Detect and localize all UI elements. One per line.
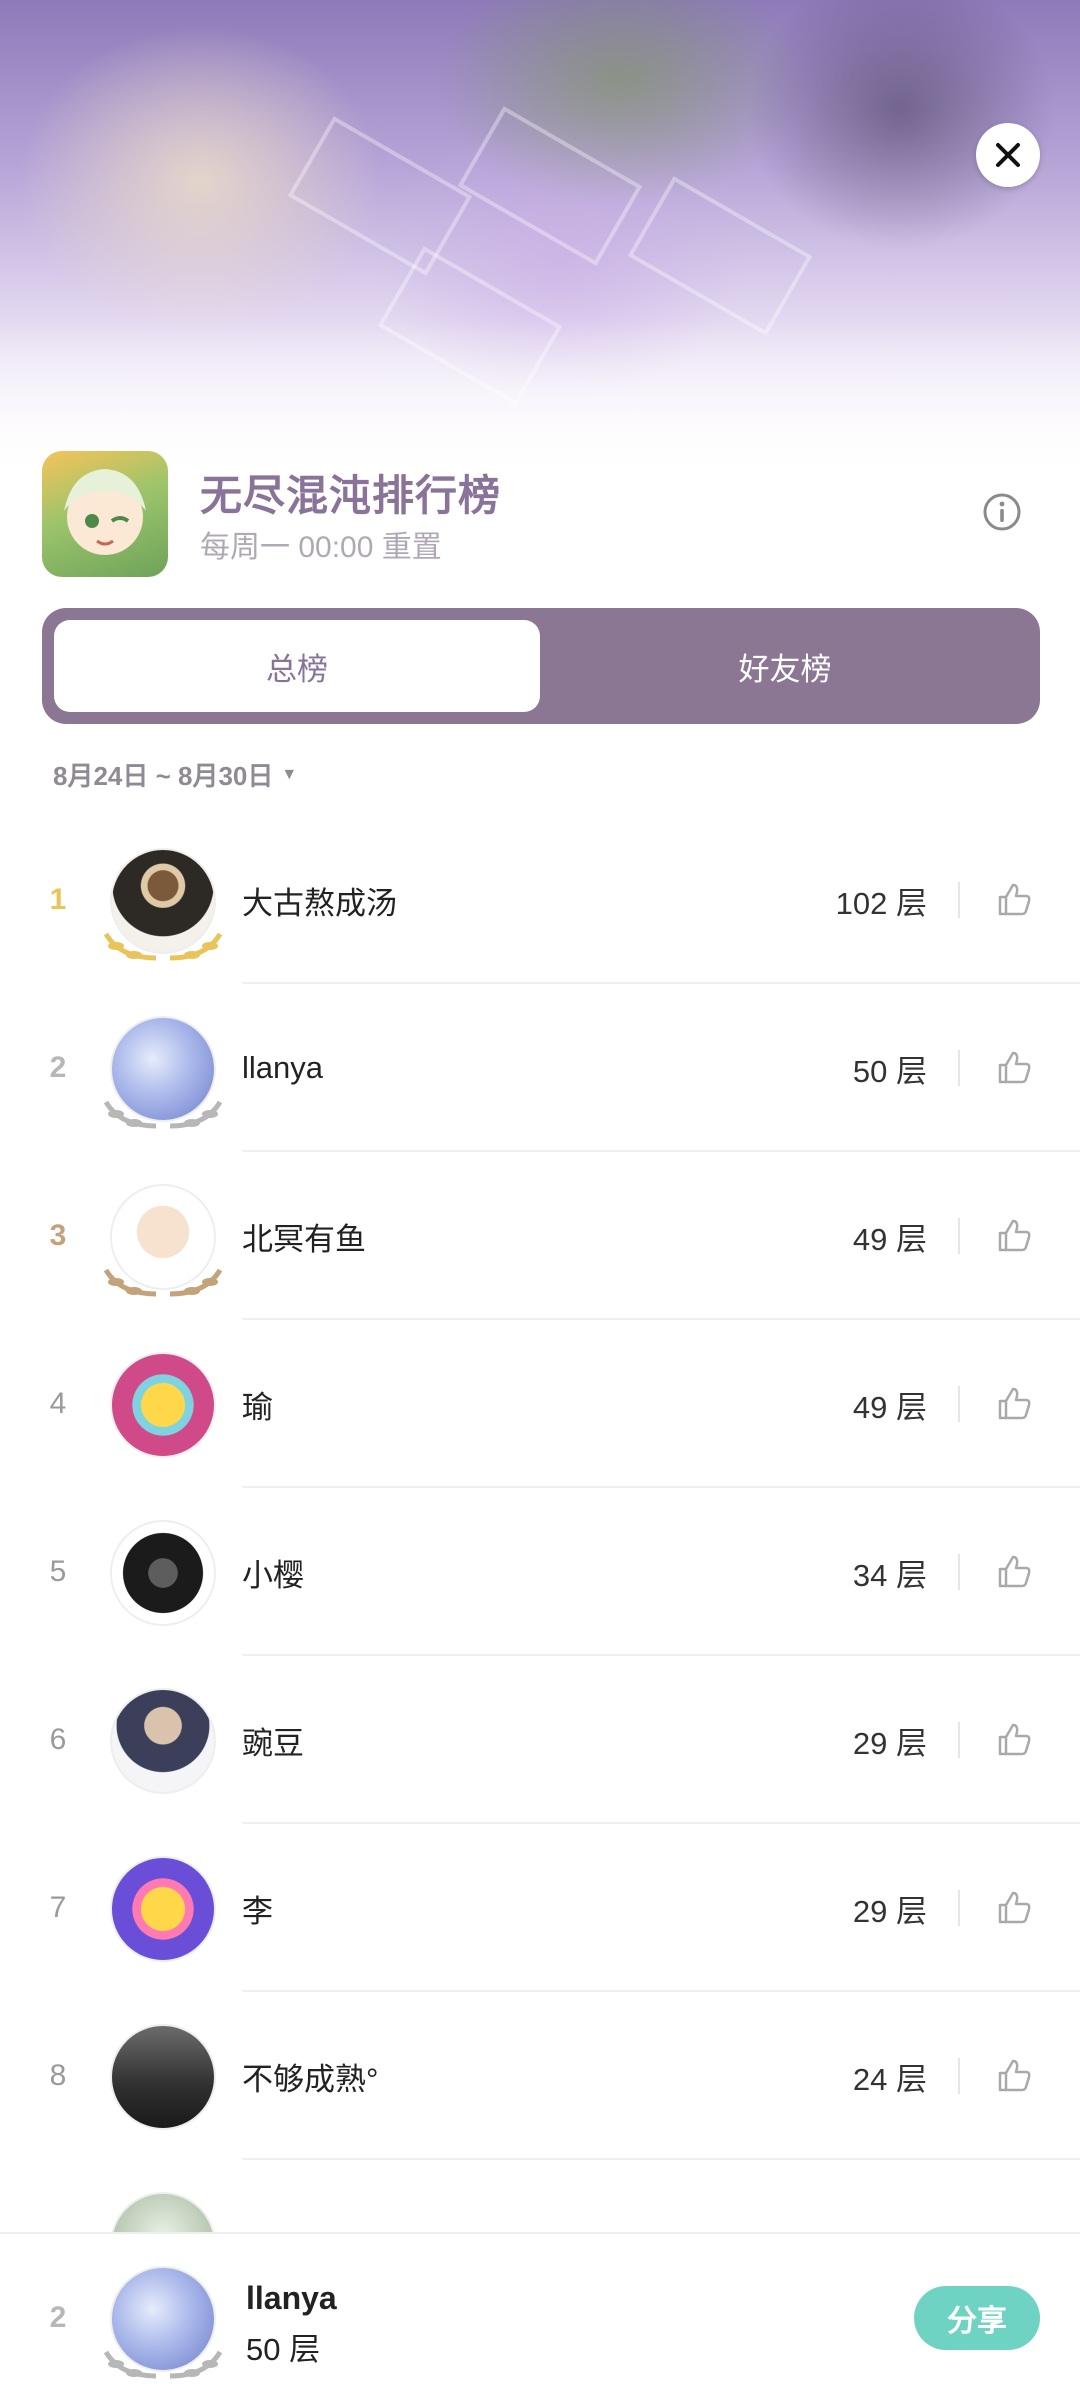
player-name: 瑜	[242, 1389, 273, 1425]
rank-number: 5	[49, 1555, 67, 1588]
divider	[958, 1890, 960, 1926]
player-name: 大古熬成汤	[242, 885, 397, 921]
player-name: 李	[242, 1893, 273, 1929]
info-button[interactable]	[982, 492, 1022, 532]
thumbs-up-icon[interactable]	[994, 1048, 1034, 1088]
leaderboard-tabs: 总榜 好友榜	[42, 608, 1040, 724]
list-item[interactable]: 5 小樱 34 层	[0, 1488, 1080, 1656]
bronze-laurel-icon	[103, 1268, 223, 1297]
list-item[interactable]: 8 不够成熟° 24 层	[0, 1992, 1080, 2160]
thumbs-up-icon[interactable]	[994, 1384, 1034, 1424]
player-name: 不够成熟°	[242, 2061, 379, 2097]
avatar[interactable]	[110, 1688, 216, 1794]
divider	[958, 1218, 960, 1254]
my-name: llanya	[246, 2280, 337, 2316]
my-rank-bar: 2 llanya 50 层 分享	[0, 2232, 1080, 2400]
close-button[interactable]	[976, 123, 1040, 187]
avatar[interactable]	[110, 1352, 216, 1458]
game-icon	[42, 451, 168, 577]
divider	[958, 1050, 960, 1086]
player-name: 北冥有鱼	[242, 1221, 366, 1257]
reset-schedule-text: 每周一 00:00 重置	[200, 531, 442, 564]
rank-number: 3	[49, 1219, 67, 1252]
list-item[interactable]: 2 llanya 50 层	[0, 984, 1080, 1152]
my-score: 50 层	[246, 2332, 321, 2367]
player-score: 49 层	[852, 1389, 927, 1425]
divider	[958, 882, 960, 918]
list-item[interactable]: 6 豌豆 29 层	[0, 1656, 1080, 1824]
player-score: 29 层	[852, 1725, 927, 1761]
player-name: 豌豆	[242, 1725, 304, 1761]
rank-number: 4	[49, 1387, 67, 1420]
game-character-icon	[64, 469, 146, 555]
thumbs-up-icon[interactable]	[994, 1888, 1034, 1928]
rank-number: 7	[49, 1891, 67, 1924]
rank-number: 8	[49, 2059, 67, 2092]
thumbs-up-icon[interactable]	[994, 1552, 1034, 1592]
player-score: 29 层	[852, 1893, 927, 1929]
share-button[interactable]: 分享	[914, 2286, 1040, 2350]
gold-laurel-icon	[103, 932, 223, 961]
avatar[interactable]	[110, 1856, 216, 1962]
thumbs-up-icon[interactable]	[994, 880, 1034, 920]
thumbs-up-icon[interactable]	[994, 1720, 1034, 1760]
silver-laurel-icon	[103, 1100, 223, 1129]
divider	[958, 1722, 960, 1758]
banner-hex-decoration	[457, 106, 643, 266]
close-icon	[996, 143, 1020, 167]
player-name: 小樱	[242, 1557, 304, 1593]
rank-number: 6	[49, 1723, 67, 1756]
player-score: 24 层	[852, 2061, 927, 2097]
list-item[interactable]: 4 瑜 49 层	[0, 1320, 1080, 1488]
player-score: 49 层	[852, 1221, 927, 1257]
banner-hex-decoration	[627, 176, 813, 336]
my-rank-number: 2	[49, 2301, 67, 2334]
thumbs-up-icon[interactable]	[994, 2056, 1034, 2096]
divider	[958, 2058, 960, 2094]
list-item[interactable]: 1 大古熬成汤 102 层	[0, 816, 1080, 984]
banner-hex-decoration	[287, 116, 473, 276]
caret-down-icon: ▼	[281, 765, 298, 783]
player-score: 50 层	[852, 1053, 927, 1089]
list-item[interactable]: 3 北冥有鱼 49 层	[0, 1152, 1080, 1320]
info-icon	[983, 493, 1021, 531]
divider	[958, 1554, 960, 1590]
thumbs-up-icon[interactable]	[994, 1216, 1034, 1256]
page-title: 无尽混沌排行榜	[200, 472, 502, 519]
player-name: llanya	[242, 1050, 323, 1085]
leaderboard-list: 1 大古熬成汤 102 层 2 llanya 50 层 3 北冥有鱼 49 层 …	[0, 816, 1080, 2328]
player-score: 102 层	[835, 885, 927, 921]
rank-number: 1	[49, 883, 67, 916]
silver-laurel-icon	[103, 2350, 223, 2379]
tab-friends[interactable]: 好友榜	[542, 620, 1028, 712]
player-score: 34 层	[852, 1557, 927, 1593]
avatar[interactable]	[110, 1520, 216, 1626]
date-range-label: 8月24日 ~ 8月30日	[53, 761, 274, 791]
header-banner	[0, 0, 1080, 480]
avatar[interactable]	[110, 2024, 216, 2130]
tab-overall[interactable]: 总榜	[54, 620, 540, 712]
date-range-selector[interactable]: 8月24日 ~ 8月30日 ▼	[53, 756, 297, 793]
list-item[interactable]: 7 李 29 层	[0, 1824, 1080, 1992]
rank-number: 2	[49, 1051, 67, 1084]
divider	[958, 1386, 960, 1422]
